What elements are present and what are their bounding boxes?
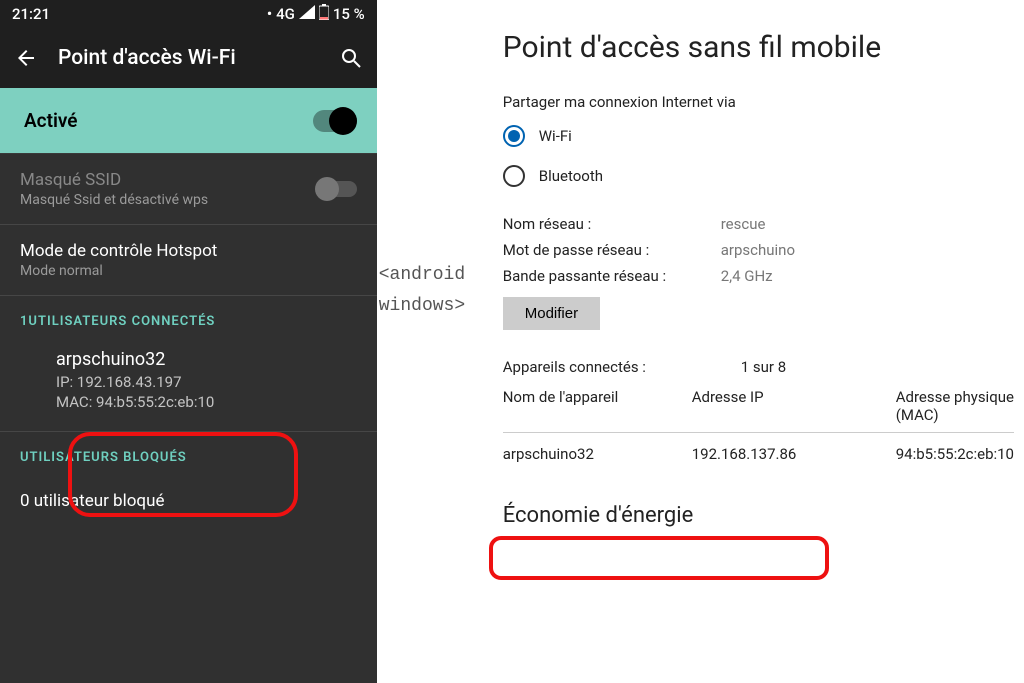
radio-wifi[interactable]: Wi-Fi bbox=[503, 125, 1014, 147]
page-title: Point d'accès Wi-Fi bbox=[58, 46, 319, 70]
device-ip: IP: 192.168.43.197 bbox=[56, 372, 357, 392]
network-band-value: 2,4 GHz bbox=[721, 267, 773, 285]
page-title: Point d'accès sans fil mobile bbox=[503, 30, 1014, 65]
device-name: arpschuino32 bbox=[56, 349, 357, 370]
energy-section-title: Économie d'énergie bbox=[503, 503, 1014, 528]
windows-settings-pane: <android windows> Point d'accès sans fil… bbox=[377, 0, 1024, 683]
header-device-name: Nom de l'appareil bbox=[503, 388, 688, 424]
blocked-count: 0 utilisateur bloqué bbox=[20, 491, 357, 511]
battery-icon bbox=[319, 4, 329, 24]
connected-device[interactable]: arpschuino32 IP: 192.168.43.197 MAC: 94:… bbox=[0, 339, 377, 432]
hidden-ssid-label: Masqué SSID bbox=[20, 170, 208, 190]
row-ip: 192.168.137.86 bbox=[692, 445, 892, 463]
status-bar: 21:21 • 4G 15 % bbox=[0, 0, 377, 28]
network-name-value: rescue bbox=[721, 215, 766, 233]
back-icon[interactable] bbox=[14, 46, 38, 70]
android-phone-pane: 21:21 • 4G 15 % Point d'accès Wi-Fi Acti… bbox=[0, 0, 377, 683]
status-time: 21:21 bbox=[12, 5, 50, 23]
hotspot-mode-setting[interactable]: Mode de contrôle Hotspot Mode normal bbox=[0, 225, 377, 296]
signal-icon bbox=[299, 5, 315, 23]
search-icon[interactable] bbox=[339, 46, 363, 70]
modify-button[interactable]: Modifier bbox=[503, 297, 600, 330]
hotspot-enabled-toggle[interactable]: Activé bbox=[0, 88, 377, 154]
header-ip: Adresse IP bbox=[692, 388, 892, 424]
hidden-ssid-sub: Masqué Ssid et désactivé wps bbox=[20, 192, 208, 208]
radio-wifi-label: Wi-Fi bbox=[539, 127, 572, 145]
row-mac: 94:b5:55:2c:eb:10 bbox=[896, 445, 1014, 463]
radio-bluetooth-label: Bluetooth bbox=[539, 167, 603, 185]
enabled-label: Activé bbox=[24, 109, 78, 132]
share-via-label: Partager ma connexion Internet via bbox=[503, 93, 1014, 111]
section-connected-users: 1UTILISATEURS CONNECTÉS bbox=[0, 296, 377, 339]
header-mac: Adresse physique (MAC) bbox=[896, 388, 1014, 424]
switch-on-icon[interactable] bbox=[313, 110, 357, 132]
switch-off-icon[interactable] bbox=[317, 181, 357, 197]
radio-unchecked-icon[interactable] bbox=[503, 165, 525, 187]
row-device-name: arpschuino32 bbox=[503, 445, 688, 463]
connected-count-value: 1 sur 8 bbox=[741, 358, 786, 376]
divider bbox=[503, 432, 1014, 433]
blocked-users-row[interactable]: 0 utilisateur bloqué bbox=[0, 475, 377, 527]
mode-sub: Mode normal bbox=[20, 263, 357, 279]
device-mac: MAC: 94:b5:55:2c:eb:10 bbox=[56, 392, 357, 412]
network-name-row: Nom réseau : rescue bbox=[503, 215, 1014, 233]
device-table-header: Nom de l'appareil Adresse IP Adresse phy… bbox=[503, 388, 1014, 424]
title-bar: Point d'accès Wi-Fi bbox=[0, 28, 377, 88]
annotation-highlight-windows bbox=[489, 536, 829, 580]
device-row: arpschuino32 192.168.137.86 94:b5:55:2c:… bbox=[503, 445, 1014, 463]
status-network: 4G bbox=[276, 5, 295, 23]
network-band-row: Bande passante réseau : 2,4 GHz bbox=[503, 267, 1014, 285]
mode-label: Mode de contrôle Hotspot bbox=[20, 241, 357, 261]
connected-count-row: Appareils connectés : 1 sur 8 bbox=[503, 358, 1014, 376]
status-battery-percent: 15 % bbox=[333, 5, 365, 23]
radio-bluetooth[interactable]: Bluetooth bbox=[503, 165, 1014, 187]
hidden-ssid-setting[interactable]: Masqué SSID Masqué Ssid et désactivé wps bbox=[0, 154, 377, 225]
radio-checked-icon[interactable] bbox=[503, 125, 525, 147]
annotation-labels: <android windows> bbox=[379, 260, 465, 321]
network-password-value: arpschuino bbox=[721, 241, 795, 259]
network-password-row: Mot de passe réseau : arpschuino bbox=[503, 241, 1014, 259]
section-blocked-users: UTILISATEURS BLOQUÉS bbox=[0, 432, 377, 475]
